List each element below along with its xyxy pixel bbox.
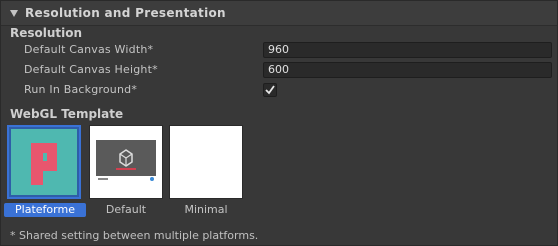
canvas-width-label: Default Canvas Width* — [24, 43, 154, 56]
resolution-foldout-header[interactable]: Resolution and Presentation — [1, 1, 557, 26]
template-plateforme[interactable] — [7, 125, 81, 199]
run-in-background-label: Run In Background* — [24, 83, 138, 96]
template-default-label[interactable]: Default — [89, 203, 163, 217]
canvas-height-field[interactable]: 600 — [263, 62, 552, 78]
plateforme-thumbnail — [11, 129, 77, 195]
plateforme-logo-icon — [31, 143, 57, 185]
run-in-background-checkbox[interactable] — [263, 83, 277, 97]
canvas-height-label: Default Canvas Height* — [24, 63, 158, 76]
template-minimal-label[interactable]: Minimal — [169, 203, 243, 217]
template-minimal[interactable] — [169, 125, 243, 199]
checkmark-icon — [265, 85, 275, 95]
foldout-title: Resolution and Presentation — [25, 6, 226, 20]
template-default[interactable] — [89, 125, 163, 199]
settings-panel: Resolution and Presentation Resolution D… — [0, 0, 558, 246]
webgl-template-heading: WebGL Template — [10, 107, 124, 121]
default-thumbnail-footer — [96, 177, 156, 181]
foldout-arrow-icon[interactable] — [10, 10, 18, 17]
default-thumbnail-canvas — [96, 140, 156, 176]
canvas-width-field[interactable]: 960 — [263, 42, 552, 58]
unity-logo-icon — [116, 149, 136, 170]
shared-setting-footnote: * Shared setting between multiple platfo… — [10, 229, 259, 242]
resolution-heading: Resolution — [10, 26, 83, 40]
template-plateforme-label[interactable]: Plateforme — [4, 203, 86, 217]
